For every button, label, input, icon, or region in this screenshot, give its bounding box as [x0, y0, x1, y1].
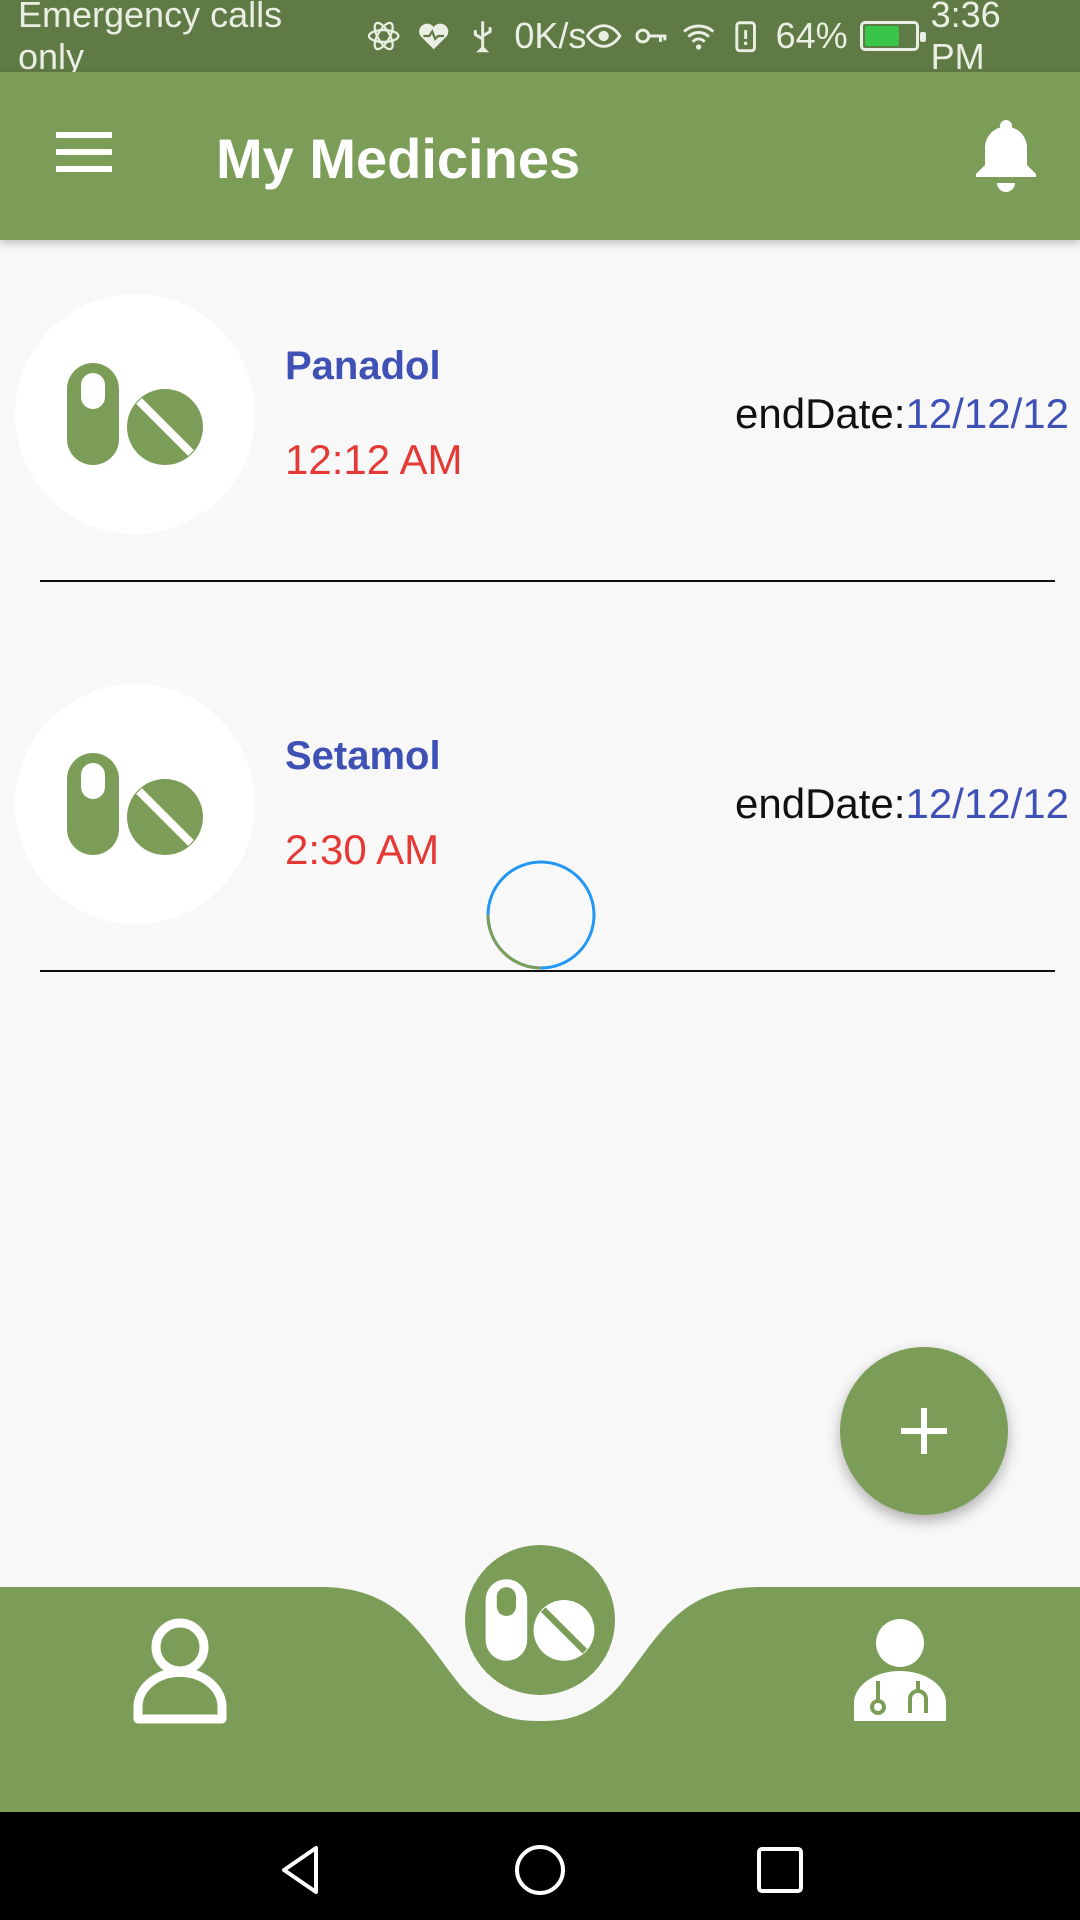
nav-doctor[interactable]	[852, 1615, 948, 1725]
medicine-time: 2:30 AM	[285, 826, 440, 873]
clock: 3:36 PM	[930, 0, 1001, 77]
atom-icon	[368, 21, 400, 51]
add-medicine-button[interactable]	[840, 1347, 1008, 1515]
divider	[40, 580, 1055, 582]
bell-icon[interactable]	[970, 112, 1042, 200]
medicine-time: 12:12 AM	[285, 436, 463, 483]
nav-medicines[interactable]	[465, 1545, 615, 1695]
battery-percent: 64%	[775, 15, 848, 56]
divider	[40, 970, 1055, 972]
usb-icon	[473, 21, 492, 53]
back-icon[interactable]	[272, 1842, 328, 1898]
system-nav-bar	[0, 1812, 1080, 1920]
battery-alert-icon	[735, 21, 757, 53]
status-bar: Emergency calls only 0K/s 64% 3:36 PM	[0, 0, 1080, 77]
doctor-icon	[854, 1619, 946, 1721]
battery-icon	[859, 21, 926, 51]
end-date-value: 12/12/12	[905, 780, 1069, 827]
medicine-avatar	[15, 684, 255, 924]
home-icon[interactable]	[512, 1842, 568, 1898]
medicine-name: Setamol	[285, 734, 441, 778]
end-date-value: 12/12/12	[905, 390, 1069, 437]
wifi-icon	[682, 24, 715, 50]
bottom-nav	[0, 1545, 1080, 1812]
eye-icon	[586, 24, 622, 48]
end-date-label: endDate:	[735, 780, 906, 827]
medicine-name: Panadol	[285, 344, 441, 388]
end-date-label: endDate:	[735, 390, 906, 437]
heart-pulse-icon	[418, 23, 448, 50]
nav-profile[interactable]	[130, 1615, 230, 1725]
medicine-avatar	[15, 294, 255, 534]
hamburger-menu-icon[interactable]	[56, 132, 112, 172]
app-bar: My Medicines	[0, 72, 1080, 240]
pills-icon	[67, 753, 203, 855]
list-item[interactable]: Panadol 12:12 AM endDate:12/12/12	[0, 240, 1080, 630]
vpn-key-icon	[635, 28, 667, 44]
end-date: endDate:12/12/12	[735, 780, 1069, 828]
end-date: endDate:12/12/12	[735, 390, 1069, 438]
pills-icon	[485, 1579, 595, 1661]
user-icon	[133, 1618, 227, 1724]
page-title: My Medicines	[216, 127, 581, 190]
recents-icon[interactable]	[752, 1842, 808, 1898]
carrier-text: Emergency calls only	[18, 0, 283, 77]
plus-icon	[901, 1408, 947, 1454]
pills-icon	[67, 363, 203, 465]
net-speed: 0K/s	[514, 15, 587, 56]
loading-spinner	[486, 860, 596, 970]
